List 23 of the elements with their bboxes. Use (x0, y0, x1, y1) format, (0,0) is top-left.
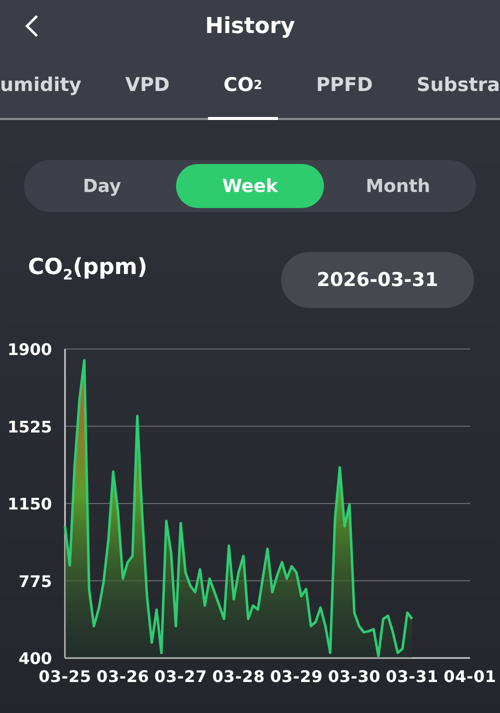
tab[interactable]: PPFD (310, 52, 379, 120)
tab[interactable]: VPD (119, 52, 176, 120)
y-axis-label: 400 (18, 649, 52, 668)
chart-title: CO$_{2}$(ppm) (28, 254, 148, 284)
page-title: History (205, 14, 295, 38)
y-axis-label: 1150 (7, 494, 52, 514)
y-axis-label: 1900 (7, 340, 52, 359)
x-axis-label: 03-25 (38, 667, 92, 686)
y-axis-label: 1525 (7, 417, 52, 436)
tab[interactable]: umidity (0, 52, 88, 120)
y-axis-label: 775 (18, 572, 52, 591)
date-button[interactable]: 2026-03-31 (281, 252, 474, 308)
x-axis-label: 03-31 (386, 667, 438, 686)
x-axis-label: 03-26 (96, 667, 150, 686)
x-axis-label: 03-28 (212, 667, 265, 686)
back-icon[interactable] (24, 14, 40, 38)
x-axis-label: 03-29 (270, 667, 323, 686)
period-option[interactable]: Day (28, 164, 176, 208)
x-axis-label: 03-27 (154, 667, 208, 686)
x-axis-label: 04-01 (444, 667, 496, 686)
tab[interactable]: Substra (410, 52, 500, 120)
period-option[interactable]: Month (324, 164, 472, 208)
x-axis-label: 03-30 (328, 667, 381, 686)
